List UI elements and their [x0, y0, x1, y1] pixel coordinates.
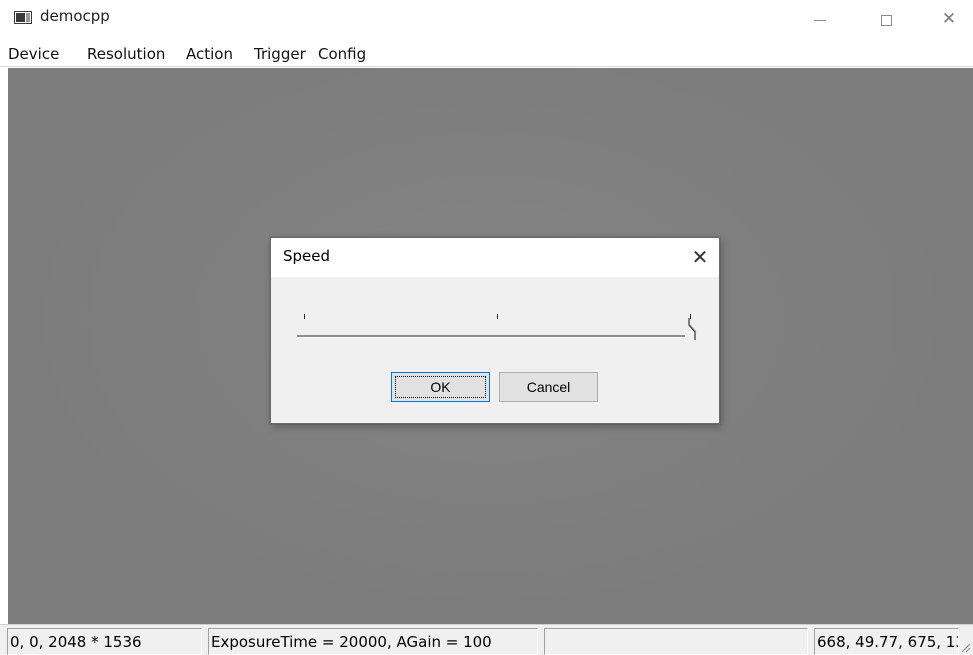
status-empty [544, 628, 808, 655]
minimize-button[interactable] [797, 0, 843, 38]
menu-resolution[interactable]: Resolution [87, 45, 165, 63]
close-button[interactable]: ✕ [926, 0, 972, 38]
dialog-close-button[interactable]: ✕ [683, 240, 717, 274]
maximize-button[interactable] [863, 0, 909, 38]
slider-track [297, 335, 685, 338]
dialog-title: Speed [283, 247, 331, 265]
menu-bar: Device Resolution Action Trigger Config [0, 38, 973, 67]
menu-device[interactable]: Device [8, 45, 59, 63]
close-icon: ✕ [691, 245, 709, 269]
status-bar: 0, 0, 2048 * 1536 ExposureTime = 20000, … [0, 624, 973, 655]
slider-tick [497, 314, 498, 319]
app-window-icon [14, 11, 32, 24]
cancel-button-label: Cancel [526, 379, 571, 395]
close-icon: ✕ [941, 9, 957, 29]
menu-action[interactable]: Action [186, 45, 233, 63]
slider-thumb[interactable] [687, 314, 701, 342]
window-title: democpp [40, 7, 110, 25]
ok-button-label: OK [430, 379, 451, 395]
status-resolution: 0, 0, 2048 * 1536 [7, 628, 202, 655]
speed-dialog: Speed ✕ OK Cancel [270, 237, 720, 424]
cancel-button[interactable]: Cancel [499, 372, 598, 402]
title-bar: democpp ✕ [0, 0, 973, 38]
dialog-title-bar: Speed ✕ [271, 238, 719, 277]
minimize-icon [814, 19, 826, 21]
ok-focus-rect: OK [395, 376, 486, 398]
maximize-icon [880, 14, 892, 26]
slider-tick [304, 314, 305, 319]
menu-trigger[interactable]: Trigger [254, 45, 306, 63]
resize-grip-icon[interactable] [961, 643, 971, 653]
menu-config[interactable]: Config [318, 45, 366, 63]
speed-slider[interactable] [297, 314, 697, 346]
status-stats: 668, 49.77, 675, 13 [814, 628, 959, 655]
status-exposure: ExposureTime = 20000, AGain = 100 [208, 628, 538, 655]
ok-button[interactable]: OK [391, 372, 490, 402]
